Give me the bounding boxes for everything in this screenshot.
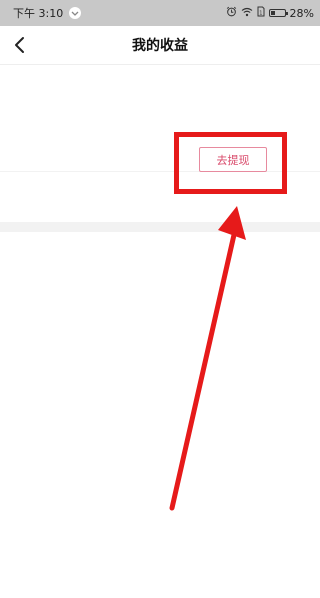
- status-right: 1 28%: [222, 0, 314, 26]
- sim-icon: 1: [257, 6, 265, 20]
- wifi-icon: [241, 7, 253, 20]
- alarm-icon: [226, 6, 237, 20]
- earnings-card: [0, 65, 320, 221]
- arrow-shaft: [169, 223, 239, 511]
- battery-icon: [268, 9, 288, 17]
- status-left: 下午 3:10: [9, 0, 82, 26]
- section-divider: [0, 222, 320, 232]
- notification-icon: [69, 7, 82, 19]
- withdraw-button[interactable]: 去提现: [199, 147, 267, 172]
- page-title: 我的收益: [132, 38, 188, 54]
- status-time: 下午 3:10: [13, 7, 64, 20]
- svg-text:1: 1: [259, 10, 262, 16]
- header: 我的收益: [0, 26, 320, 65]
- screen: 下午 3:10 1 28% 我的收益 去提现: [0, 0, 320, 598]
- status-bar: 下午 3:10 1 28%: [0, 0, 320, 26]
- battery-percent: 28%: [289, 6, 314, 20]
- card-divider: [0, 171, 320, 172]
